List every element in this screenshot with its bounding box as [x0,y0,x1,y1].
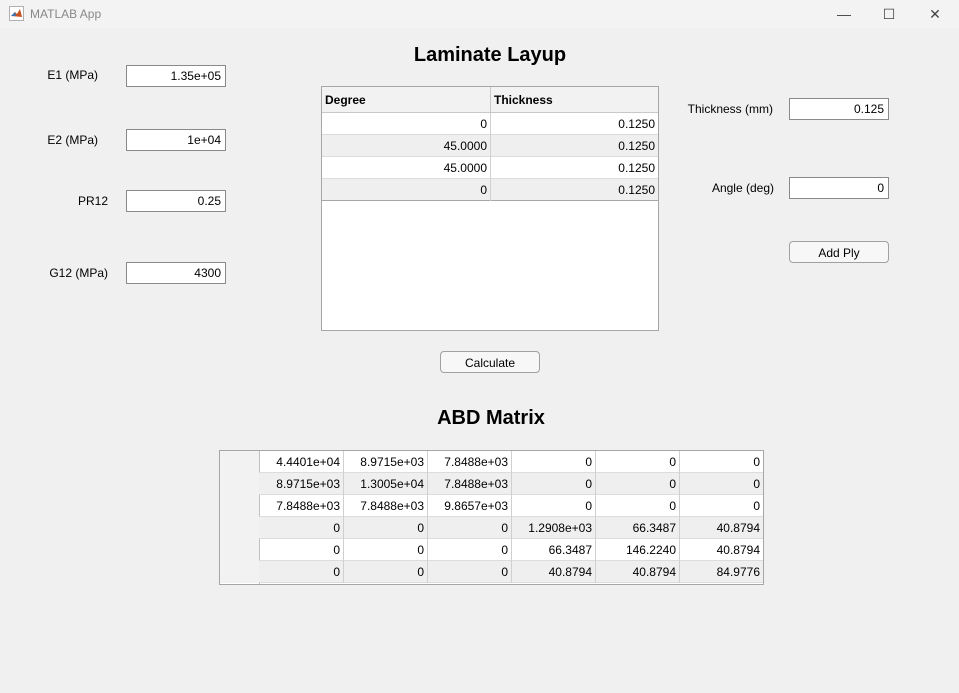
abd-cell[interactable]: 0 [596,473,680,495]
layup-row[interactable]: 45.0000 0.1250 [322,157,658,179]
abd-cell[interactable]: 0 [344,517,428,539]
e2-field[interactable]: 1e+04 [126,129,226,151]
abd-cell[interactable]: 8.9715e+03 [344,451,428,473]
abd-cell[interactable]: 7.8488e+03 [344,495,428,517]
layup-row[interactable]: 0 0.1250 [322,113,658,135]
abd-cell[interactable]: 0 [512,473,596,495]
abd-cell[interactable]: 40.8794 [512,561,596,583]
abd-cell[interactable]: 0 [512,451,596,473]
minimize-button[interactable]: — [821,0,867,28]
abd-row-header [220,561,259,583]
e2-label: E2 (MPa) [47,133,98,147]
abd-row[interactable]: 0 0 0 40.8794 40.8794 84.9776 [220,561,763,583]
layup-thickness-cell[interactable]: 0.1250 [491,135,658,157]
abd-cell[interactable]: 9.8657e+03 [428,495,512,517]
abd-row[interactable]: 0 0 0 1.2908e+03 66.3487 40.8794 [220,517,763,539]
close-button[interactable]: ✕ [912,0,958,28]
abd-cell[interactable]: 0 [680,451,763,473]
pr12-label: PR12 [77,194,108,208]
g12-field[interactable]: 4300 [126,262,226,284]
e1-label: E1 (MPa) [47,68,98,82]
calculate-button[interactable]: Calculate [440,351,540,373]
abd-row-header [220,495,259,517]
layup-degree-cell[interactable]: 0 [322,113,491,135]
e1-field[interactable]: 1.35e+05 [126,65,226,87]
abd-table[interactable]: 4.4401e+04 8.9715e+03 7.8488e+03 0 0 0 8… [219,450,764,585]
g12-label: G12 (MPa) [49,266,108,280]
abd-cell[interactable]: 0 [260,539,344,561]
abd-cell[interactable]: 40.8794 [680,517,763,539]
layup-thickness-cell[interactable]: 0.1250 [491,113,658,135]
abd-cell[interactable]: 4.4401e+04 [260,451,344,473]
abd-row[interactable]: 7.8488e+03 7.8488e+03 9.8657e+03 0 0 0 [220,495,763,517]
layup-degree-cell[interactable]: 45.0000 [322,157,491,179]
layup-thickness-cell[interactable]: 0.1250 [491,179,658,201]
thickness-label: Thickness (mm) [687,102,773,116]
abd-cell[interactable]: 0 [596,495,680,517]
abd-cell[interactable]: 0 [344,561,428,583]
minimize-icon: — [837,6,851,22]
abd-cell[interactable]: 0 [428,561,512,583]
degree-column-header[interactable]: Degree [322,87,491,113]
abd-cell[interactable]: 7.8488e+03 [260,495,344,517]
abd-row[interactable]: 8.9715e+03 1.3005e+04 7.8488e+03 0 0 0 [220,473,763,495]
abd-cell[interactable]: 66.3487 [512,539,596,561]
abd-row[interactable]: 0 0 0 66.3487 146.2240 40.8794 [220,539,763,561]
thickness-field[interactable]: 0.125 [789,98,889,120]
angle-field[interactable]: 0 [789,177,889,199]
abd-cell[interactable]: 0 [596,451,680,473]
add-ply-button[interactable]: Add Ply [789,241,889,263]
abd-row-header [220,451,259,473]
abd-cell[interactable]: 40.8794 [680,539,763,561]
layup-row[interactable]: 0 0.1250 [322,179,658,201]
abd-cell[interactable]: 40.8794 [596,561,680,583]
abd-cell[interactable]: 8.9715e+03 [260,473,344,495]
abd-cell[interactable]: 7.8488e+03 [428,473,512,495]
abd-cell[interactable]: 66.3487 [596,517,680,539]
abd-title: ABD Matrix [437,407,545,429]
abd-cell[interactable]: 0 [428,517,512,539]
abd-cell[interactable]: 0 [680,495,763,517]
maximize-icon: ☐ [882,5,896,22]
abd-row-header [220,517,259,539]
layup-row[interactable]: 45.0000 0.1250 [322,135,658,157]
abd-cell[interactable]: 0 [260,561,344,583]
window-title: MATLAB App [30,7,102,21]
abd-cell[interactable]: 0 [260,517,344,539]
abd-cell[interactable]: 0 [680,473,763,495]
title-bar: MATLAB App — ☐ ✕ [0,0,959,28]
layup-thickness-cell[interactable]: 0.1250 [491,157,658,179]
abd-cell[interactable]: 0 [512,495,596,517]
abd-row-header [220,473,259,495]
matlab-app-icon [9,6,24,21]
abd-cell[interactable]: 7.8488e+03 [428,451,512,473]
close-icon: ✕ [929,5,941,22]
abd-cell[interactable]: 0 [344,539,428,561]
abd-cell[interactable]: 84.9776 [680,561,763,583]
layup-degree-cell[interactable]: 45.0000 [322,135,491,157]
abd-cell[interactable]: 1.3005e+04 [344,473,428,495]
abd-row[interactable]: 4.4401e+04 8.9715e+03 7.8488e+03 0 0 0 [220,451,763,473]
maximize-button[interactable]: ☐ [866,0,912,28]
angle-label: Angle (deg) [711,181,774,195]
abd-cell[interactable]: 146.2240 [596,539,680,561]
layup-table[interactable]: Degree Thickness 0 0.1250 45.0000 0.1250… [321,86,659,331]
pr12-field[interactable]: 0.25 [126,190,226,212]
abd-row-header [220,539,259,561]
abd-cell[interactable]: 1.2908e+03 [512,517,596,539]
abd-cell[interactable]: 0 [428,539,512,561]
layup-degree-cell[interactable]: 0 [322,179,491,201]
app-content: E1 (MPa) 1.35e+05 E2 (MPa) 1e+04 PR12 0.… [0,28,959,693]
thickness-column-header[interactable]: Thickness [491,87,658,113]
layup-title: Laminate Layup [413,44,567,66]
